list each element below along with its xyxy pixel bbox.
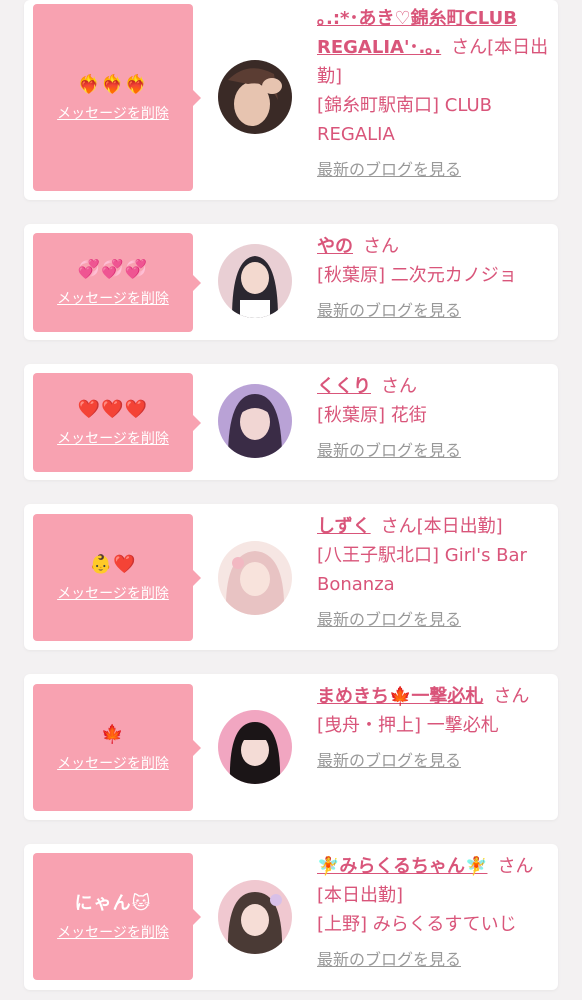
message-text: 👶❤️	[89, 553, 137, 575]
latest-blog-link[interactable]: 最新のブログを見る	[317, 605, 461, 634]
cast-name-link[interactable]: まめきち🍁一撃必札	[317, 686, 483, 707]
cast-name-link[interactable]: やの	[317, 236, 353, 257]
latest-blog-link[interactable]: 最新のブログを見る	[317, 155, 461, 184]
avatar[interactable]	[218, 710, 292, 784]
cast-info: ｡.:*･あき♡錦糸町CLUB REGALIA'･.｡. さん[本日出勤] [錦糸…	[317, 4, 549, 184]
message-text: ❤️❤️❤️	[77, 398, 149, 420]
avatar[interactable]	[218, 244, 292, 318]
shop-link[interactable]: [秋葉原] 花街	[317, 405, 427, 426]
cast-info: やの さん [秋葉原] 二次元カノジョ 最新のブログを見る	[317, 232, 549, 325]
message-text: 💞💞💞	[77, 258, 149, 280]
avatar[interactable]	[218, 60, 292, 134]
favorite-card: ❤️‍🔥❤️‍🔥❤️‍🔥 メッセージを削除 ｡.:*･あき♡錦糸町CLUB RE…	[24, 0, 558, 200]
message-box: にゃん🐱 メッセージを削除	[33, 853, 201, 980]
delete-message-link[interactable]: メッセージを削除	[57, 428, 169, 448]
avatar[interactable]	[218, 541, 292, 615]
latest-blog-link[interactable]: 最新のブログを見る	[317, 746, 461, 775]
cast-name-link[interactable]: 🧚みらくるちゃん🧚	[317, 856, 487, 877]
cast-info: 🧚みらくるちゃん🧚 さん [本日出勤] [上野] みらくるすていじ 最新のブログを見…	[317, 852, 549, 974]
avatar[interactable]	[218, 880, 292, 954]
favorite-card: 🍁 メッセージを削除 まめきち🍁一撃必札 さん [曳舟・押上] 一撃必札 最新のブ…	[24, 674, 558, 820]
cast-info: くくり さん [秋葉原] 花街 最新のブログを見る	[317, 372, 549, 465]
san-suffix: さん	[451, 37, 488, 58]
favorite-card: 👶❤️ メッセージを削除 しずく さん[本日出勤] [八王子駅北口] Girl's…	[24, 504, 558, 650]
message-text: ❤️‍🔥❤️‍🔥❤️‍🔥	[77, 73, 149, 95]
favorite-card: にゃん🐱 メッセージを削除 🧚みらくるちゃん🧚 さん [本日出勤] [上野] みらく…	[24, 844, 558, 990]
cast-name-link[interactable]: くくり	[317, 376, 371, 397]
shop-link[interactable]: [上野] みらくるすていじ	[317, 914, 517, 935]
san-suffix: さん	[363, 236, 399, 257]
shop-link[interactable]: [八王子駅北口] Girl's Bar Bonanza	[317, 545, 527, 595]
message-box: 💞💞💞 メッセージを削除	[33, 233, 201, 332]
delete-message-link[interactable]: メッセージを削除	[57, 288, 169, 308]
message-box: 👶❤️ メッセージを削除	[33, 514, 201, 641]
favorite-card: 💞💞💞 メッセージを削除 やの さん [秋葉原] 二次元カノジョ 最新のブログを見…	[24, 224, 558, 340]
delete-message-link[interactable]: メッセージを削除	[57, 922, 169, 942]
message-text: 🍁	[101, 723, 125, 745]
delete-message-link[interactable]: メッセージを削除	[57, 753, 169, 773]
delete-message-link[interactable]: メッセージを削除	[57, 103, 169, 123]
message-text: にゃん🐱	[74, 892, 152, 914]
latest-blog-link[interactable]: 最新のブログを見る	[317, 945, 461, 974]
message-box: ❤️‍🔥❤️‍🔥❤️‍🔥 メッセージを削除	[33, 4, 201, 191]
san-suffix: さん	[497, 856, 534, 877]
cast-info: まめきち🍁一撃必札 さん [曳舟・押上] 一撃必札 最新のブログを見る	[317, 682, 549, 775]
delete-message-link[interactable]: メッセージを削除	[57, 583, 169, 603]
avatar[interactable]	[218, 384, 292, 458]
status-badge: [本日出勤]	[416, 516, 503, 537]
shop-link[interactable]: [曳舟・押上] 一撃必札	[317, 715, 499, 736]
message-box: 🍁 メッセージを削除	[33, 684, 201, 811]
shop-link[interactable]: [錦糸町駅南口] CLUB REGALIA	[317, 95, 492, 145]
message-box: ❤️❤️❤️ メッセージを削除	[33, 373, 201, 472]
status-badge: [本日出勤]	[317, 885, 404, 906]
shop-link[interactable]: [秋葉原] 二次元カノジョ	[317, 265, 517, 286]
san-suffix: さん	[493, 686, 530, 707]
cast-name-link[interactable]: しずく	[317, 516, 371, 537]
latest-blog-link[interactable]: 最新のブログを見る	[317, 296, 461, 325]
cast-info: しずく さん[本日出勤] [八王子駅北口] Girl's Bar Bonanza …	[317, 512, 549, 634]
san-suffix: さん	[380, 516, 417, 537]
latest-blog-link[interactable]: 最新のブログを見る	[317, 436, 461, 465]
san-suffix: さん	[381, 376, 417, 397]
favorite-card: ❤️❤️❤️ メッセージを削除 くくり さん [秋葉原] 花街 最新のブログを見る	[24, 364, 558, 480]
